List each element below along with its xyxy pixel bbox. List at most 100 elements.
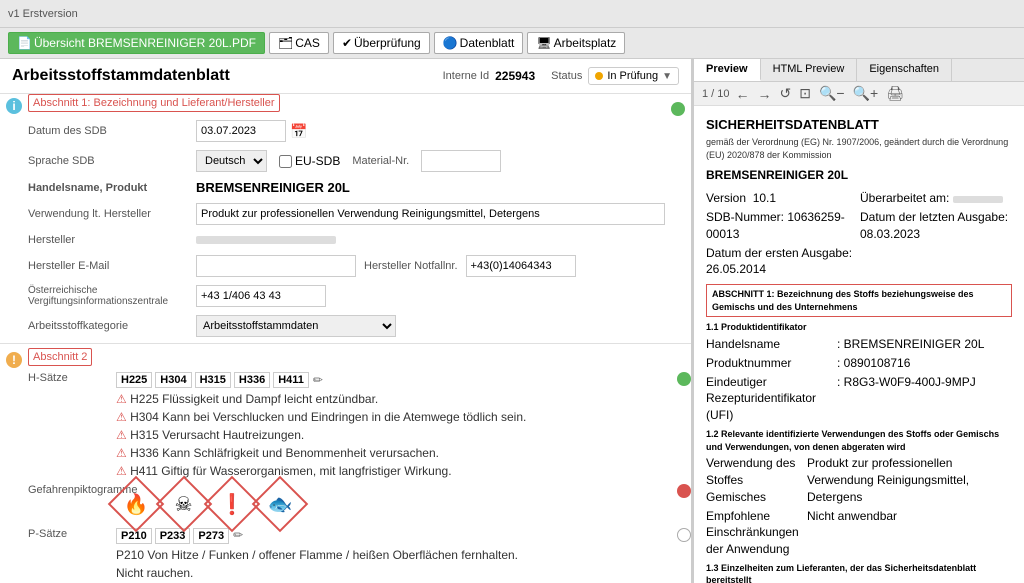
status-dropdown-arrow: ▼ bbox=[662, 71, 672, 82]
calendar-icon: 📅 bbox=[290, 123, 307, 140]
vergiftung-input[interactable] bbox=[196, 285, 326, 307]
preview-content: SICHERHEITSDATENBLATT gemäß der Verordnu… bbox=[694, 106, 1024, 583]
preview-produktnummer-value: : 0890108716 bbox=[837, 355, 1012, 372]
section2-row: ! Abschnitt 2 H-Sätze H225 H304 bbox=[0, 348, 691, 583]
status-badge[interactable]: In Prüfung ▼ bbox=[588, 67, 679, 85]
piktogramme-row: Gefahrenpiktogramme 🔥 ☠ ❗ bbox=[28, 484, 691, 524]
piktogramme-label: Gefahrenpiktogramme bbox=[28, 484, 108, 496]
exclamation-icon: ❗ bbox=[220, 492, 245, 517]
blurred-date bbox=[953, 196, 1003, 203]
skull-icon: ☠ bbox=[175, 492, 193, 517]
h-text-4: ⚠ H411 Giftig für Wasserorganismen, mit … bbox=[116, 462, 669, 480]
overview-button[interactable]: 📄 Übersicht BREMSENREINIGER 20L.PDF bbox=[8, 32, 265, 54]
piktogramme-status-circle bbox=[677, 484, 691, 498]
preview-ufi-label: Eindeutiger Rezepturidentifikator (UFI) bbox=[706, 374, 836, 424]
h-saetze-status bbox=[677, 372, 691, 389]
preview-produktnummer-row: Produktnummer : 0890108716 bbox=[706, 355, 1012, 372]
section1-header: Abschnitt 1: Bezeichnung und Lieferant/H… bbox=[28, 94, 665, 112]
preview-product-name: BREMSENREINIGER 20L bbox=[706, 167, 1012, 184]
h-saetze-status-circle bbox=[677, 372, 691, 386]
datenblatt-button[interactable]: 🔵 Datenblatt bbox=[434, 32, 524, 54]
preview-datum-letzte: Datum der letzten Ausgabe: 08.03.2023 bbox=[860, 209, 1012, 243]
verwendung-label: Verwendung lt. Hersteller bbox=[28, 206, 188, 222]
warn-icon: ! bbox=[6, 352, 22, 368]
p-saetze-label: P-Sätze bbox=[28, 528, 108, 540]
section2-header: Abschnitt 2 bbox=[28, 348, 691, 366]
refresh-button[interactable]: ↺ bbox=[778, 85, 794, 102]
p-code-2: P273 bbox=[193, 528, 229, 544]
vergiftung-label: Österreichische Vergiftungsinformationsz… bbox=[28, 283, 188, 309]
left-panel: Arbeitsstoffstammdatenblatt Interne Id 2… bbox=[0, 59, 694, 583]
sprache-label: Sprache SDB bbox=[28, 153, 188, 169]
section2-icon-wrapper: ! bbox=[0, 348, 28, 372]
next-page-button[interactable]: → bbox=[756, 86, 774, 102]
tab-eigenschaften[interactable]: Eigenschaften bbox=[857, 59, 952, 81]
sprache-select[interactable]: Deutsch bbox=[196, 150, 267, 172]
hersteller-notfall-label: Hersteller Notfallnr. bbox=[364, 260, 458, 272]
interne-id-value: 225943 bbox=[495, 69, 535, 83]
datum-input[interactable] bbox=[196, 120, 286, 142]
preview-verwendung-stoffs-value: Produkt zur professionellen Verwendung R… bbox=[807, 455, 1012, 505]
interne-id-field: Interne Id 225943 bbox=[443, 69, 536, 83]
status-dot bbox=[595, 72, 603, 80]
preview-ufi-row: Eindeutiger Rezepturidentifikator (UFI) … bbox=[706, 374, 1012, 424]
h-saetze-edit-button[interactable]: ✏ bbox=[313, 373, 323, 387]
zoom-in-button[interactable]: 🔍+ bbox=[851, 85, 881, 102]
preview-tabs: Preview HTML Preview Eigenschaften bbox=[694, 59, 1024, 82]
preview-produktnummer-label: Produktnummer bbox=[706, 355, 836, 372]
verwendung-input[interactable] bbox=[196, 203, 665, 225]
eu-sdb-checkbox[interactable] bbox=[279, 155, 292, 168]
preview-main-title: SICHERHEITSDATENBLATT bbox=[706, 116, 1012, 134]
fit-button[interactable]: ⊡ bbox=[797, 85, 813, 102]
hersteller-email-input[interactable] bbox=[196, 255, 356, 277]
h-texts: ⚠ H225 Flüssigkeit und Dampf leicht entz… bbox=[116, 390, 669, 480]
pdf-icon: 📄 bbox=[17, 36, 32, 50]
h-code-2: H315 bbox=[195, 372, 231, 388]
status-field: Status In Prüfung ▼ bbox=[551, 67, 679, 85]
form-title: Arbeitsstoffstammdatenblatt bbox=[12, 67, 230, 85]
eu-sdb-label: EU-SDB bbox=[295, 154, 340, 168]
uberprufung-button[interactable]: ✔ Überprüfung bbox=[333, 32, 430, 54]
prev-page-button[interactable]: ← bbox=[734, 86, 752, 102]
status-label: Status bbox=[551, 70, 582, 82]
preview-1-1-header: 1.1 Produktidentifikator bbox=[706, 321, 1012, 334]
p-text-0: P210 Von Hitze / Funken / offener Flamme… bbox=[116, 546, 669, 564]
status-text: In Prüfung bbox=[607, 70, 658, 82]
arbeitsplatz-button[interactable]: 🖥 Arbeitsplatz bbox=[527, 32, 625, 54]
h-code-3: H336 bbox=[234, 372, 270, 388]
preview-uberarbeitet: Überarbeitet am: bbox=[860, 190, 1012, 207]
section1-status bbox=[665, 94, 691, 120]
preview-section1-header: ABSCHNITT 1: Bezeichnung des Stoffs bezi… bbox=[706, 284, 1012, 317]
version-bar: v1 Erstversion bbox=[0, 0, 1024, 28]
preview-1-2-header: 1.2 Relevante identifizierte Verwendunge… bbox=[706, 428, 1012, 453]
fish-icon: 🐟 bbox=[268, 492, 293, 517]
hersteller-email-row: Hersteller Notfallnr. bbox=[196, 253, 665, 279]
hersteller-notfall-input[interactable] bbox=[466, 255, 576, 277]
preview-datum-erste: Datum der ersten Ausgabe: 26.05.2014 bbox=[706, 245, 858, 279]
vergiftung-value bbox=[196, 283, 665, 309]
preview-meta: Version 10.1 Überarbeitet am: SDB-Nummer… bbox=[706, 190, 1012, 278]
arbeitsstoff-select[interactable]: Arbeitsstoffstammdaten bbox=[196, 315, 396, 337]
section1-row: i Abschnitt 1: Bezeichnung und Lieferant… bbox=[0, 94, 691, 339]
flame-icon: 🔥 bbox=[124, 492, 149, 517]
h-text-2: ⚠ H315 Verursacht Hautreizungen. bbox=[116, 426, 669, 444]
tab-html-preview[interactable]: HTML Preview bbox=[761, 59, 858, 81]
material-nr-input[interactable] bbox=[421, 150, 501, 172]
version-label: v1 Erstversion bbox=[8, 8, 78, 20]
preview-empfohlene-label: Empfohlene Einschränkungen der Anwendung bbox=[706, 508, 806, 558]
h-saetze-label: H-Sätze bbox=[28, 372, 108, 384]
section1-icon-wrapper: i bbox=[0, 94, 28, 118]
zoom-out-button[interactable]: 🔍− bbox=[817, 85, 847, 102]
tab-preview[interactable]: Preview bbox=[694, 59, 761, 81]
datenblatt-icon: 🔵 bbox=[443, 36, 458, 50]
print-button[interactable]: 🖨 bbox=[884, 85, 906, 102]
preview-1-3-header: 1.3 Einzelheiten zum Lieferanten, der da… bbox=[706, 562, 1012, 583]
preview-empfohlene-row: Empfohlene Einschränkungen der Anwendung… bbox=[706, 508, 1012, 558]
interne-id-label: Interne Id bbox=[443, 70, 489, 82]
p-saetze-edit-button[interactable]: ✏ bbox=[233, 528, 243, 542]
section1-grid: Datum des SDB 📅 Sprache SDB Deutsch bbox=[28, 118, 665, 339]
piktogramme-status bbox=[677, 484, 691, 501]
preview-handelsname-row: Handelsname : BREMSENREINIGER 20L bbox=[706, 336, 1012, 353]
cas-button[interactable]: 🗂 CAS bbox=[269, 32, 329, 54]
p-saetze-status-circle bbox=[677, 528, 691, 542]
